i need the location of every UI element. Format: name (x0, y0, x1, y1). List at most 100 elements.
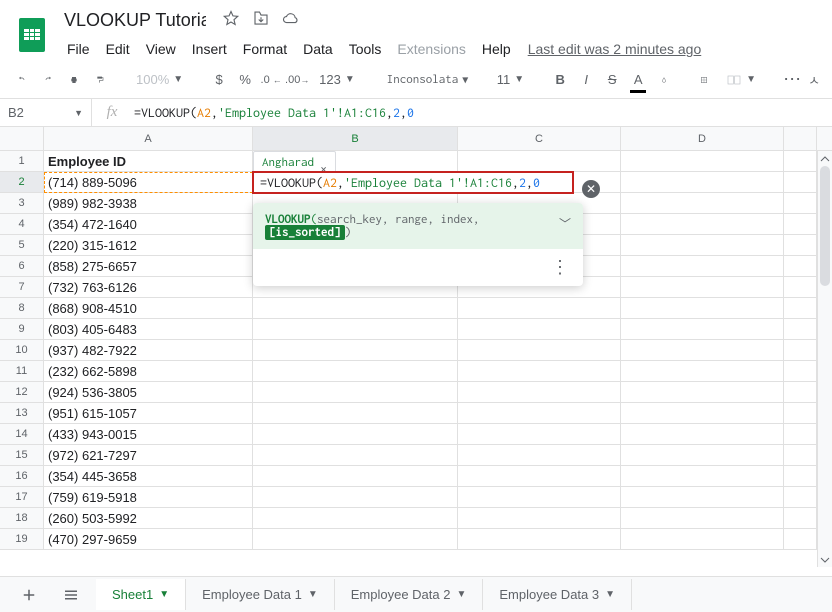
cell[interactable] (621, 466, 784, 487)
sheet-tab[interactable]: Employee Data 1▼ (186, 579, 335, 610)
row-header[interactable]: 17 (0, 487, 44, 508)
cell[interactable]: (732) 763-6126 (44, 277, 253, 298)
cell[interactable] (458, 487, 621, 508)
cell[interactable] (253, 529, 458, 550)
cell[interactable] (621, 382, 784, 403)
cell[interactable] (784, 235, 817, 256)
cell[interactable] (784, 403, 817, 424)
cell[interactable] (784, 172, 817, 193)
zoom-dropdown[interactable]: 100%▼ (130, 68, 189, 91)
cell[interactable]: (232) 662-5898 (44, 361, 253, 382)
spreadsheet-grid[interactable]: ABCD 12345678910111213141516171819 Emplo… (0, 127, 832, 567)
cell[interactable] (784, 256, 817, 277)
cell[interactable] (621, 319, 784, 340)
cell[interactable] (458, 340, 621, 361)
row-header[interactable]: 10 (0, 340, 44, 361)
cell[interactable] (784, 298, 817, 319)
cell[interactable]: (354) 445-3658 (44, 466, 253, 487)
chevron-down-icon[interactable]: ▼ (159, 589, 169, 600)
scroll-up-icon[interactable] (818, 151, 832, 166)
cell[interactable]: (354) 472-1640 (44, 214, 253, 235)
cell[interactable] (784, 466, 817, 487)
cloud-icon[interactable] (282, 9, 300, 32)
menu-tools[interactable]: Tools (342, 37, 389, 61)
cell[interactable] (253, 382, 458, 403)
cell[interactable] (253, 424, 458, 445)
cell[interactable] (621, 172, 784, 193)
chevron-down-icon[interactable]: ▼ (308, 589, 318, 600)
cell[interactable] (784, 193, 817, 214)
cell-editor[interactable]: =VLOOKUP(A2,'Employee Data 1'!A1:C16,2,0 (252, 171, 574, 194)
cell[interactable] (784, 277, 817, 298)
cell[interactable] (458, 403, 621, 424)
cell[interactable]: (972) 621-7297 (44, 445, 253, 466)
cell[interactable] (784, 424, 817, 445)
row-header[interactable]: 4 (0, 214, 44, 235)
sheet-tab[interactable]: Employee Data 2▼ (335, 579, 484, 610)
text-color-button[interactable]: A (628, 68, 648, 91)
cell[interactable]: (989) 982-3938 (44, 193, 253, 214)
row-header[interactable]: 3 (0, 193, 44, 214)
menu-file[interactable]: File (60, 37, 97, 61)
row-header[interactable]: 1 (0, 151, 44, 172)
cell[interactable] (784, 214, 817, 235)
cell[interactable]: Employee ID (44, 151, 253, 172)
row-header[interactable]: 13 (0, 403, 44, 424)
cell[interactable] (621, 277, 784, 298)
row-header[interactable]: 16 (0, 466, 44, 487)
cell[interactable]: (858) 275-6657 (44, 256, 253, 277)
more-button[interactable]: ⋯ (782, 65, 802, 94)
cell[interactable] (784, 508, 817, 529)
move-icon[interactable] (252, 9, 270, 32)
column-header-A[interactable]: A (44, 127, 253, 150)
cell[interactable] (621, 529, 784, 550)
sheet-tab[interactable]: Employee Data 3▼ (483, 579, 632, 610)
cell[interactable]: (220) 315-1612 (44, 235, 253, 256)
borders-button[interactable] (694, 67, 714, 93)
formula-help-close-button[interactable]: ✕ (582, 180, 600, 198)
chevron-down-icon[interactable]: ▼ (605, 589, 615, 600)
row-header[interactable]: 12 (0, 382, 44, 403)
currency-button[interactable]: $ (209, 68, 229, 91)
row-header[interactable]: 5 (0, 235, 44, 256)
cell[interactable] (784, 319, 817, 340)
column-header-C[interactable]: C (458, 127, 621, 150)
cell[interactable] (621, 424, 784, 445)
cell[interactable]: (803) 405-6483 (44, 319, 253, 340)
cell[interactable] (621, 151, 784, 172)
document-title[interactable] (60, 8, 210, 33)
cell[interactable] (458, 382, 621, 403)
cell[interactable] (784, 361, 817, 382)
more-icon[interactable]: ⋮ (551, 257, 571, 278)
formula-input[interactable]: =VLOOKUP(A2,'Employee Data 1'!A1:C16,2,0 (132, 105, 832, 120)
cell[interactable] (253, 487, 458, 508)
cell[interactable]: (714) 889-5096 (44, 172, 253, 193)
cell[interactable] (253, 403, 458, 424)
last-edit[interactable]: Last edit was 2 minutes ago (528, 41, 702, 57)
cell[interactable] (621, 361, 784, 382)
paint-format-button[interactable] (90, 67, 110, 93)
star-icon[interactable] (222, 9, 240, 32)
row-header[interactable]: 2 (0, 172, 44, 193)
row-header[interactable]: 18 (0, 508, 44, 529)
undo-button[interactable] (12, 67, 32, 93)
cell[interactable] (458, 529, 621, 550)
cell[interactable] (458, 298, 621, 319)
scrollbar-thumb[interactable] (820, 166, 830, 286)
italic-button[interactable]: I (576, 68, 596, 91)
cell[interactable] (458, 508, 621, 529)
chevron-down-icon[interactable]: ﹀ (559, 215, 571, 232)
cell[interactable] (621, 214, 784, 235)
vertical-scrollbar[interactable] (817, 151, 832, 567)
row-header[interactable]: 7 (0, 277, 44, 298)
cell[interactable] (458, 361, 621, 382)
print-button[interactable] (64, 67, 84, 93)
row-header[interactable]: 15 (0, 445, 44, 466)
cell[interactable] (253, 361, 458, 382)
increase-decimal-button[interactable]: .00→ (287, 70, 307, 90)
cell[interactable] (784, 382, 817, 403)
merge-dropdown[interactable]: ▼ (720, 68, 762, 92)
cell[interactable]: (924) 536-3805 (44, 382, 253, 403)
cell[interactable] (784, 487, 817, 508)
cell[interactable] (621, 193, 784, 214)
